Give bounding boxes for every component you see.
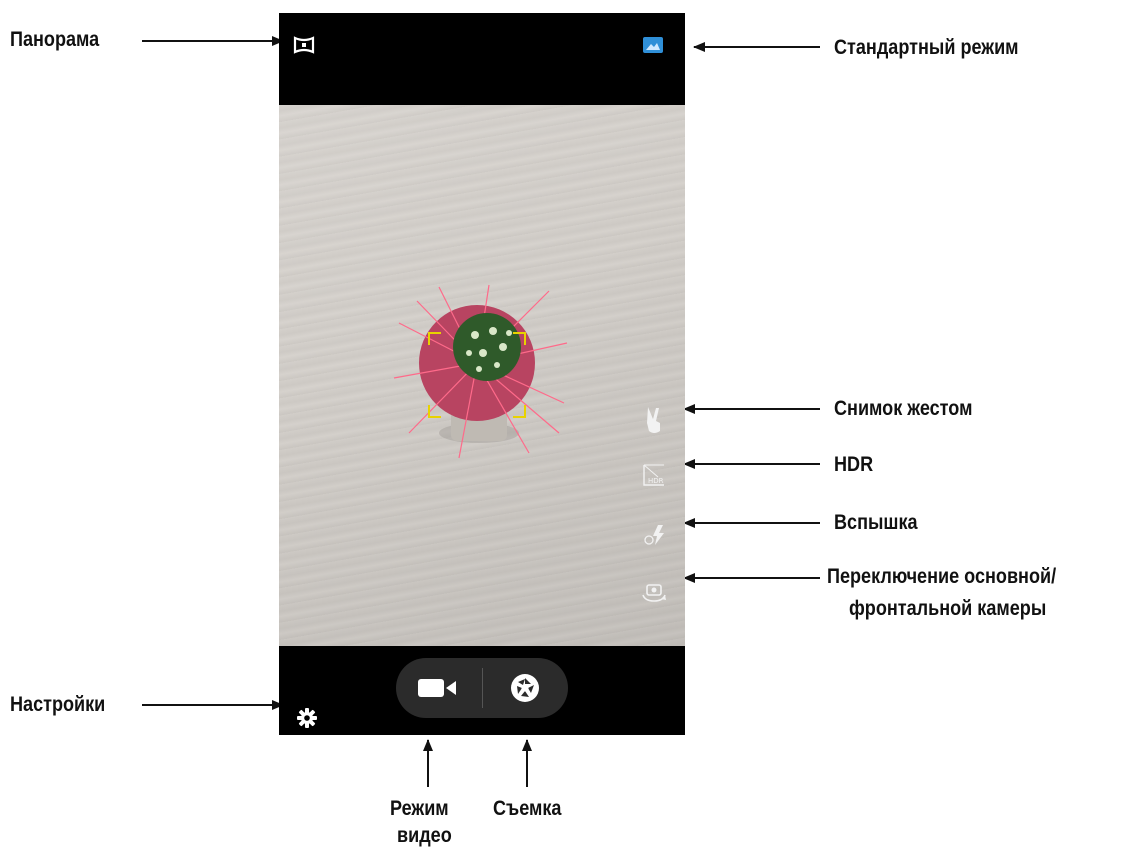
camera-viewfinder[interactable]: HDR <box>279 105 685 646</box>
cactus-photo <box>393 284 568 459</box>
camera-switch-icon[interactable] <box>641 579 667 603</box>
video-camera-icon[interactable] <box>416 676 460 700</box>
camera-top-bar <box>279 13 685 105</box>
shutter-icon[interactable] <box>509 672 541 704</box>
label-flash: Вспышка <box>834 511 918 534</box>
image-mode-icon[interactable] <box>642 35 664 55</box>
gear-icon[interactable] <box>297 708 317 728</box>
svg-text:HDR: HDR <box>648 477 664 485</box>
hdr-icon[interactable]: HDR <box>642 463 666 487</box>
camera-bottom-bar <box>279 646 685 735</box>
label-video-mode-line1: Режим <box>390 797 449 820</box>
label-standard-mode: Стандартный режим <box>834 36 1019 59</box>
label-video-mode-line2: видео <box>397 824 452 847</box>
label-settings: Настройки <box>10 693 106 716</box>
flash-auto-icon[interactable] <box>643 523 667 547</box>
hand-gesture-icon[interactable] <box>643 405 665 435</box>
capture-controls <box>396 658 568 718</box>
label-shoot: Съемка <box>493 797 562 820</box>
camera-screen: HDR <box>279 13 685 735</box>
panorama-icon[interactable] <box>293 35 315 55</box>
label-panorama: Панорама <box>10 28 100 51</box>
label-switch-camera-line2: фронтальной камеры <box>849 597 1047 620</box>
label-hdr: HDR <box>834 453 874 476</box>
controls-divider <box>482 668 483 708</box>
label-gesture-shot: Снимок жестом <box>834 397 973 420</box>
label-switch-camera-line1: Переключение основной/ <box>827 565 1057 588</box>
